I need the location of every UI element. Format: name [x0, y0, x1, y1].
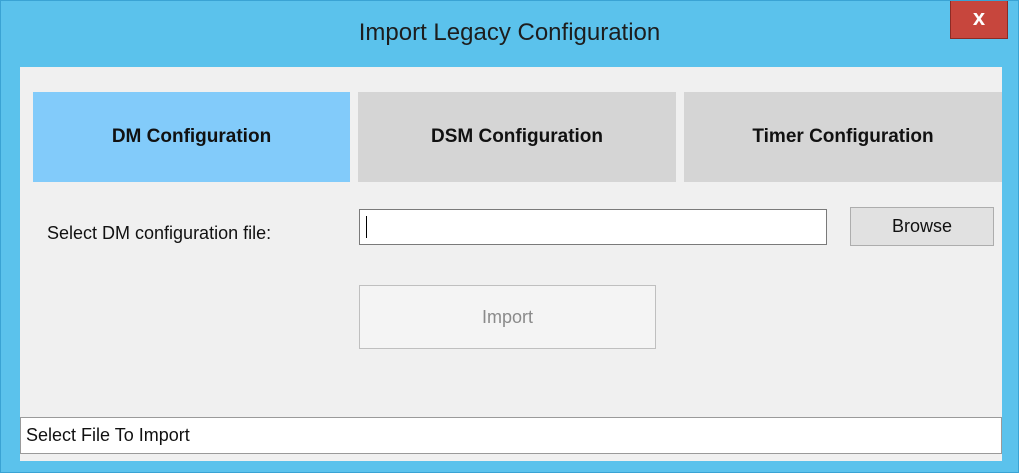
- window-title: Import Legacy Configuration: [358, 19, 661, 46]
- close-button[interactable]: x: [950, 1, 1008, 39]
- tab-timer-configuration[interactable]: Timer Configuration: [684, 92, 1002, 182]
- status-text: Select File To Import: [26, 425, 190, 445]
- import-legacy-configuration-window: Import Legacy Configuration x DM Configu…: [0, 0, 1019, 473]
- browse-button[interactable]: Browse: [850, 207, 994, 246]
- text-cursor: [366, 216, 367, 238]
- status-bar: Select File To Import: [20, 417, 1002, 454]
- tab-dsm-configuration[interactable]: DSM Configuration: [358, 92, 676, 182]
- file-select-label: Select DM configuration file:: [47, 223, 272, 243]
- import-button[interactable]: Import: [359, 285, 656, 349]
- tab-dm-configuration[interactable]: DM Configuration: [33, 92, 350, 182]
- title-bar: Import Legacy Configuration x: [1, 1, 1018, 65]
- file-path-input[interactable]: [359, 209, 827, 245]
- dialog-content: DM Configuration DSM Configuration Timer…: [20, 67, 1002, 461]
